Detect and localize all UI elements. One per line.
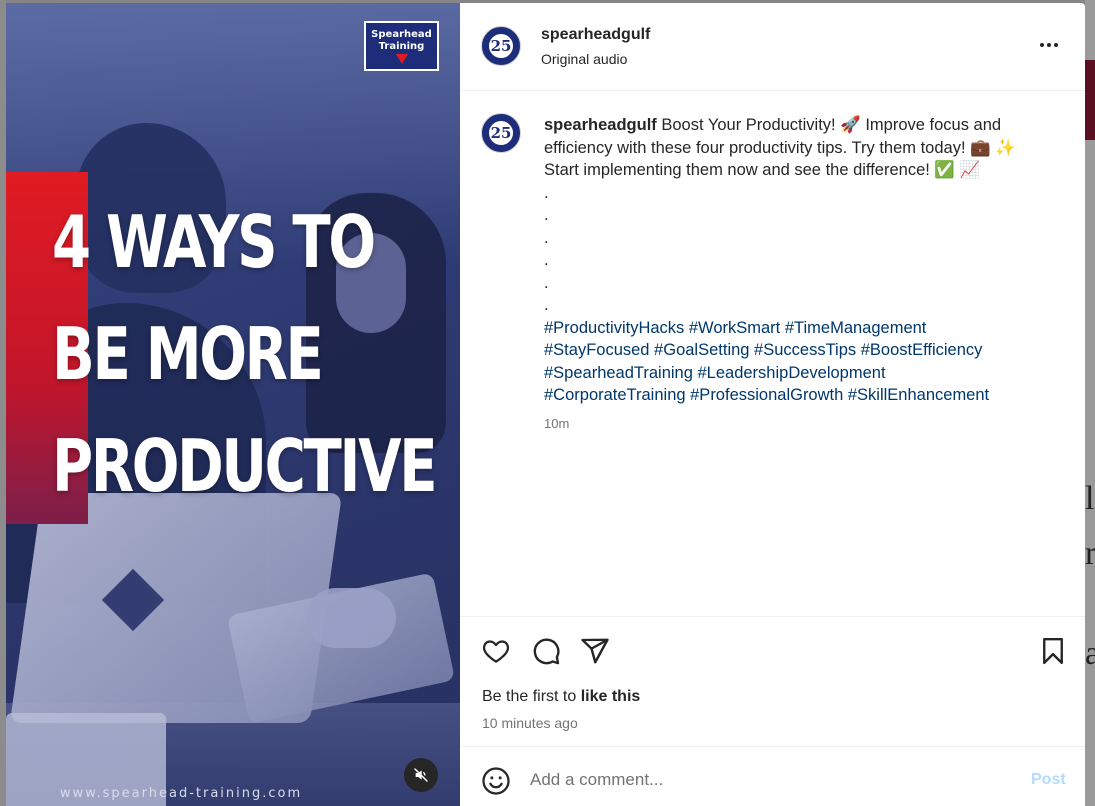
logo-text: Spearhead xyxy=(371,28,432,40)
post-button[interactable]: Post xyxy=(1031,771,1066,789)
share-button[interactable] xyxy=(580,636,610,666)
caption-dot: . xyxy=(544,183,549,202)
likes-prefix: Be the first to xyxy=(482,688,581,705)
like-this-link[interactable]: like this xyxy=(581,688,641,705)
like-button[interactable] xyxy=(481,636,511,666)
share-icon xyxy=(581,638,609,664)
header-username[interactable]: spearheadgulf xyxy=(541,26,650,44)
likes-text: Be the first to like this xyxy=(482,688,640,706)
media-title-line: BE MORE xyxy=(52,312,324,396)
logo-mark-icon xyxy=(395,53,408,64)
caption-dot: . xyxy=(544,296,549,314)
emoji-icon xyxy=(482,767,510,795)
caption-dot: . xyxy=(544,228,549,247)
media-title: 4 WAYS TO BE MORE PRODUCTIVE xyxy=(52,186,438,522)
post-caption: spearheadgulf Boost Your Productivity! 🚀… xyxy=(544,114,1044,407)
avatar[interactable]: 25 xyxy=(481,26,521,66)
comment-icon xyxy=(533,638,560,665)
comment-input[interactable] xyxy=(530,767,1010,793)
logo-text: Training xyxy=(378,40,425,52)
media-title-line: 4 WAYS TO xyxy=(52,200,376,284)
mute-button[interactable] xyxy=(404,758,438,792)
comment-bar: Post xyxy=(460,746,1085,806)
post-media[interactable]: 4 WAYS TO BE MORE PRODUCTIVE Spearhead T… xyxy=(6,3,460,806)
avatar[interactable]: 25 xyxy=(481,113,521,153)
backdrop-edge-right: l r a xyxy=(1085,0,1095,806)
bookmark-icon xyxy=(1043,637,1063,665)
avatar-text: 25 xyxy=(490,124,512,142)
comment-button[interactable] xyxy=(531,636,561,666)
save-button[interactable] xyxy=(1038,636,1068,666)
hashtag-line[interactable]: #SpearheadTraining #LeadershipDevelopmen… xyxy=(544,362,1044,385)
caption-area: 25 spearheadgulf Boost Your Productivity… xyxy=(460,92,1085,616)
caption-timestamp[interactable]: 10m xyxy=(544,416,569,431)
mute-icon xyxy=(414,768,428,782)
post-header: 25 spearheadgulf Original audio xyxy=(460,3,1085,91)
caption-username[interactable]: spearheadgulf xyxy=(544,116,657,134)
caption-dot: . xyxy=(544,251,549,269)
media-title-line: PRODUCTIVE xyxy=(52,424,438,508)
emoji-button[interactable] xyxy=(481,766,511,796)
heart-icon xyxy=(482,640,510,663)
action-bar: Be the first to like this 10 minutes ago xyxy=(460,616,1085,746)
posted-time[interactable]: 10 minutes ago xyxy=(482,715,578,731)
brand-logo: Spearhead Training xyxy=(364,21,439,71)
hashtag-line[interactable]: #CorporateTraining #ProfessionalGrowth #… xyxy=(544,384,1044,407)
avatar-text: 25 xyxy=(490,37,512,55)
more-options-button[interactable] xyxy=(1034,33,1064,57)
website-text: www.spearhead-training.com xyxy=(59,786,303,801)
audio-label[interactable]: Original audio xyxy=(541,51,627,67)
hashtag-line[interactable]: #StayFocused #GoalSetting #SuccessTips #… xyxy=(544,339,1044,362)
hashtag-line[interactable]: #ProductivityHacks #WorkSmart #TimeManag… xyxy=(544,317,1044,340)
post-details-panel: 25 spearheadgulf Original audio 25 spear… xyxy=(460,3,1085,806)
caption-dot: . xyxy=(544,206,549,224)
caption-dot: . xyxy=(544,273,549,292)
more-icon xyxy=(1040,43,1044,47)
